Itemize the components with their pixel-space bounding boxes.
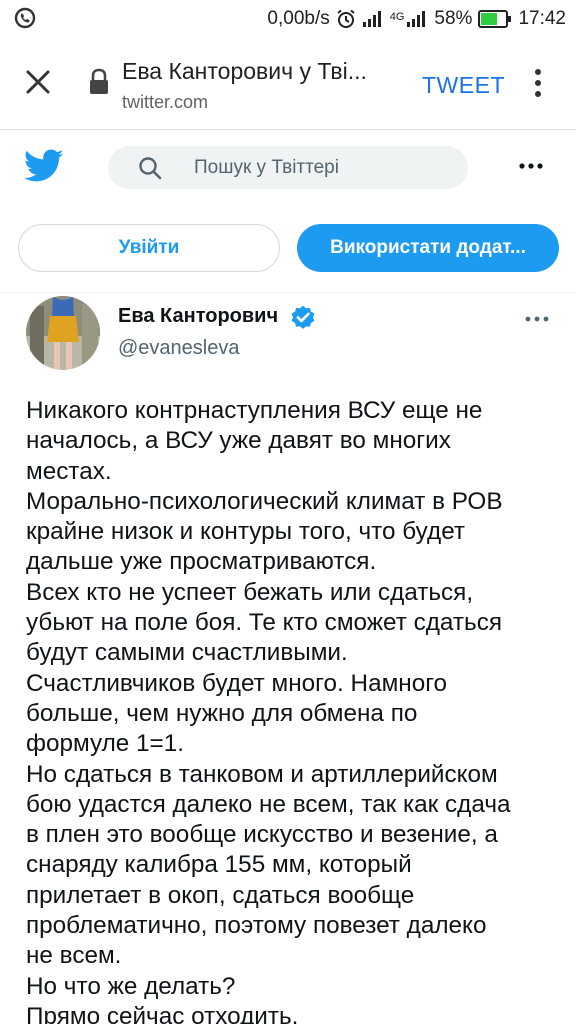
tweet-line: Морально-психологический климат в РОВ — [26, 487, 503, 515]
tweet-line: больше, чем нужно для обмена по — [26, 699, 418, 727]
search-placeholder: Пошук у Твіттері — [194, 157, 339, 178]
tweet-line: проблематично, поэтому повезет далеко — [26, 912, 487, 940]
more-icon[interactable] — [524, 315, 550, 323]
tweet-line: в плен это вообще искусство и везение, а — [26, 821, 498, 849]
custom-tab-toolbar: Ева Канторович у Тві... twitter.com TWEE… — [0, 38, 576, 130]
tweet-line: прилетает в окоп, сдаться вообще — [26, 881, 415, 909]
search-input[interactable]: Пошук у Твіттері — [108, 146, 468, 189]
status-bar: 0,00b/s 4G 58% 17:42 — [0, 0, 576, 38]
divider — [0, 292, 576, 293]
tweet-line: Счастливчиков будет много. Намного — [26, 669, 448, 697]
avatar[interactable] — [26, 296, 100, 370]
alarm-icon — [337, 9, 355, 28]
tweet-line: Но что же делать? — [26, 972, 236, 1000]
tweet-line: дальше уже просматриваются. — [26, 548, 377, 576]
tweet-line: бою удастся далеко не всем, так как сдач… — [26, 790, 511, 818]
battery-icon — [478, 10, 512, 28]
close-icon[interactable] — [22, 66, 54, 98]
author-name[interactable]: Ева Канторович — [118, 305, 278, 328]
tweet-line: формуле 1=1. — [26, 730, 185, 758]
network-label: 4G — [389, 11, 405, 23]
viber-icon — [14, 7, 36, 29]
signal-icon — [407, 11, 426, 27]
twitter-bird-icon[interactable] — [24, 149, 64, 183]
twitter-header: Пошук у Твіттері — [0, 131, 576, 205]
author-handle[interactable]: @evanesleva — [118, 337, 239, 360]
tweet-line: не всем. — [26, 942, 122, 970]
tweet-button[interactable]: TWEET — [422, 72, 505, 99]
tweet-line: началось, а ВСУ уже давят во многих — [26, 427, 451, 455]
overflow-menu-icon[interactable] — [530, 68, 546, 98]
clock: 17:42 — [518, 8, 566, 29]
tweet-line: убьют на поле боя. Те кто сможет сдаться — [26, 609, 502, 637]
more-icon[interactable] — [518, 161, 544, 171]
tweet-line: будут самыми счастливыми. — [26, 639, 348, 667]
tweet-line: Прямо сейчас отходить. — [26, 1002, 299, 1024]
verified-badge-icon — [291, 305, 315, 329]
tweet-line: Всех кто не успеет бежать или сдаться, — [26, 578, 474, 606]
tweet-line: снаряду калибра 155 мм, который — [26, 851, 412, 879]
tweet-line: крайне низок и контуры того, что будет — [26, 518, 466, 546]
page-title: Ева Канторович у Тві... — [122, 58, 367, 84]
use-app-label: Використати додат... — [330, 237, 526, 258]
page-url: twitter.com — [122, 92, 209, 112]
signal-icon — [362, 11, 381, 27]
tweet-line: местах. — [26, 457, 112, 485]
lock-icon — [90, 68, 108, 94]
battery-percent: 58% — [434, 8, 473, 29]
net-speed: 0,00b/s — [267, 8, 330, 29]
use-app-button[interactable]: Використати додат... — [297, 224, 559, 272]
tweet-line: Никакого контрнаступления ВСУ еще не — [26, 397, 483, 424]
tweet-text: Никакого контрнаступления ВСУ еще не нач… — [26, 396, 556, 1024]
search-icon — [139, 157, 162, 180]
login-button[interactable]: Увійти — [18, 224, 280, 272]
tweet-line: Но сдаться в танковом и артиллерийском — [26, 760, 498, 788]
